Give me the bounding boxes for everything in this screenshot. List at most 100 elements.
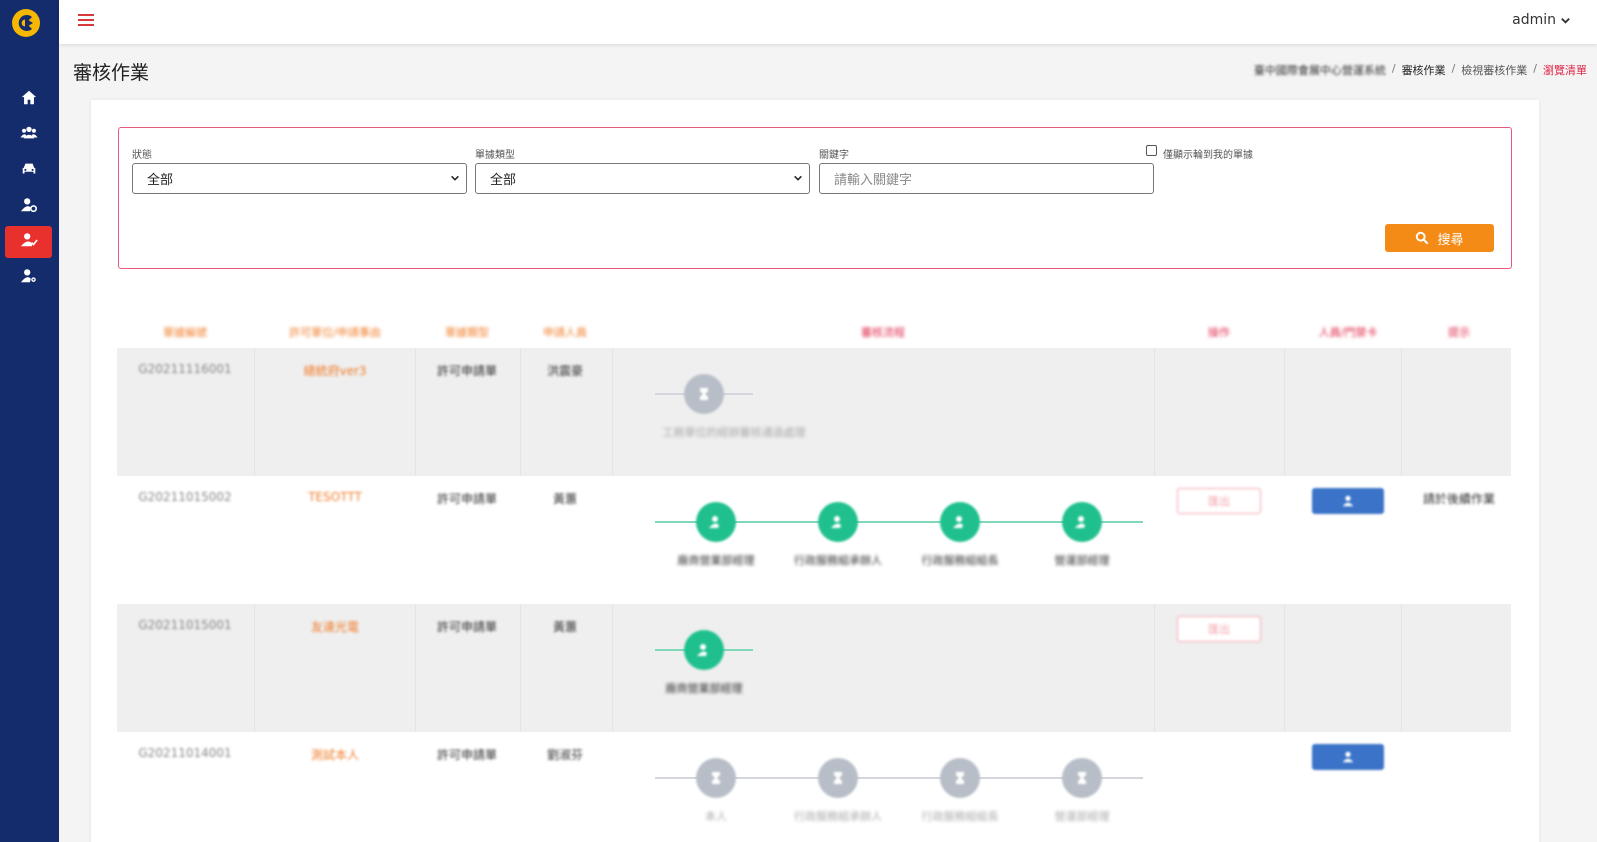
row-name-link[interactable]: TESOTTT <box>308 490 362 504</box>
access-card-button[interactable] <box>1312 744 1384 770</box>
row-applicant: 洪震豪 <box>546 364 584 378</box>
step-label: 工務單位的經辦審核通過處理 <box>662 426 806 439</box>
hourglass-icon <box>940 758 980 798</box>
keyword-label: 關鍵字 <box>819 150 849 161</box>
sidebar-item-users[interactable] <box>5 119 52 151</box>
step-label: 廠商營業部經理 <box>665 682 743 695</box>
status-select[interactable]: 全部 <box>132 163 467 194</box>
row-id: G20211015002 <box>138 490 232 504</box>
only-mine-label: 僅顯示輪到我的單據 <box>1163 150 1253 161</box>
hourglass-icon <box>818 758 858 798</box>
type-value: 全部 <box>490 173 517 188</box>
search-button[interactable]: 搜尋 <box>1385 224 1494 252</box>
search-label: 搜尋 <box>1437 232 1464 248</box>
sidebar-item-vehicles[interactable] <box>5 155 52 187</box>
filter-panel: 狀態 全部 單據類型 全部 關鍵字 請輸入關鍵字 僅顯示輪到我的單據 搜尋 <box>118 127 1512 269</box>
user-cog-icon <box>20 196 38 218</box>
row-applicant: 劉淑芬 <box>546 748 584 762</box>
row-id: G20211014001 <box>138 746 232 760</box>
only-mine-checkbox[interactable] <box>1146 145 1157 156</box>
home-icon <box>20 89 38 111</box>
status-value: 全部 <box>147 173 174 188</box>
users-icon <box>19 124 38 146</box>
car-icon <box>20 160 38 182</box>
export-label: 匯出 <box>1208 623 1230 636</box>
user-check-icon <box>696 502 736 542</box>
export-label: 匯出 <box>1208 495 1230 508</box>
sidebar-item-review[interactable] <box>5 226 52 258</box>
step-label: 行政服務組承辦人 <box>794 810 882 823</box>
page-title: 審核作業 <box>73 62 150 84</box>
export-button[interactable]: 匯出 <box>1177 488 1261 514</box>
row-tip: 請於後續作業 <box>1422 492 1496 506</box>
col-header-flow: 審核流程 <box>861 326 905 339</box>
user-settings-icon <box>20 267 38 289</box>
type-label: 單據類型 <box>475 150 515 161</box>
user-icon <box>1342 751 1354 763</box>
row-applicant: 黃蕙 <box>552 492 578 506</box>
step-label: 行政服務組組長 <box>921 810 999 823</box>
user-check-icon <box>940 502 980 542</box>
breadcrumb-item[interactable]: 檢視審核作業 <box>1461 62 1527 78</box>
step-label: 行政服務組承辦人 <box>794 554 882 567</box>
row-type: 許可申請單 <box>436 364 498 378</box>
access-card-button[interactable] <box>1312 488 1384 514</box>
user-check-icon <box>1062 502 1102 542</box>
table-row[interactable]: G20211015001 友達光電 許可申請單 黃蕙 廠商營業部經理 匯出 <box>117 604 1511 732</box>
hourglass-icon <box>696 758 736 798</box>
step-label: 營運部經理 <box>1054 810 1110 823</box>
col-header-card: 人員/門禁卡 <box>1318 326 1378 339</box>
row-name-link[interactable]: 總統府ver3 <box>303 362 366 379</box>
row-name-link[interactable]: 測試本人 <box>311 746 359 763</box>
breadcrumb-item[interactable]: 審核作業 <box>1402 62 1446 78</box>
keyword-placeholder: 請輸入關鍵字 <box>834 173 913 188</box>
export-button[interactable]: 匯出 <box>1177 616 1261 642</box>
col-header-id: 單據編號 <box>163 326 207 339</box>
col-header-actions: 操作 <box>1208 326 1230 339</box>
table-header: 單據編號 許可單位/申請事由 單據類型 申請人員 審核流程 操作 人員/門禁卡 … <box>117 318 1511 346</box>
col-header-tip: 提示 <box>1448 326 1470 339</box>
sidebar <box>0 0 59 842</box>
sidebar-item-home[interactable] <box>5 84 52 116</box>
table-row[interactable]: G20211116001 總統府ver3 許可申請單 洪震豪 工務單位的經辦審核… <box>117 348 1511 476</box>
hourglass-icon <box>1062 758 1102 798</box>
col-header-name: 許可單位/申請事由 <box>289 326 381 339</box>
sidebar-item-user-manage[interactable] <box>5 191 52 223</box>
user-menu[interactable]: admin <box>1512 12 1571 28</box>
user-check-icon <box>684 630 724 670</box>
menu-toggle-icon[interactable] <box>78 12 94 28</box>
step-label: 廠商營業部經理 <box>677 554 755 567</box>
table-row[interactable]: G20211014001 測試本人 許可申請單 劉淑芬 本人 行政服務組承辦人 … <box>117 732 1511 842</box>
chevron-down-icon <box>451 175 459 181</box>
breadcrumb: 臺中國際會展中心營運系統 / 審核作業 / 檢視審核作業 / 瀏覽清單 <box>1254 62 1587 78</box>
step-label: 營運部經理 <box>1054 554 1110 567</box>
row-applicant: 黃蕙 <box>552 620 578 634</box>
logo-icon[interactable] <box>11 8 41 38</box>
row-type: 許可申請單 <box>436 748 498 762</box>
type-select[interactable]: 全部 <box>475 163 810 194</box>
sidebar-item-settings[interactable] <box>5 262 52 294</box>
search-icon <box>1416 231 1429 245</box>
step-label: 本人 <box>705 810 727 823</box>
user-icon <box>1342 495 1354 507</box>
row-type: 許可申請單 <box>436 620 498 634</box>
chevron-down-icon <box>1561 17 1570 24</box>
step-label: 行政服務組組長 <box>921 554 999 567</box>
row-id: G20211015001 <box>138 618 232 632</box>
breadcrumb-current: 瀏覽清單 <box>1543 64 1587 77</box>
breadcrumb-separator: / <box>1451 62 1456 75</box>
row-name-link[interactable]: 友達光電 <box>311 618 359 635</box>
chevron-down-icon <box>794 175 802 181</box>
table-row[interactable]: G20211015002 TESOTTT 許可申請單 黃蕙 廠商營業部經理 行政… <box>117 476 1511 604</box>
keyword-input[interactable]: 請輸入關鍵字 <box>819 163 1154 194</box>
col-header-applicant: 申請人員 <box>543 326 587 339</box>
col-header-type: 單據類型 <box>445 326 489 339</box>
user-name: admin <box>1512 12 1556 28</box>
user-check-icon <box>818 502 858 542</box>
topbar: admin <box>59 0 1597 44</box>
content-card: 狀態 全部 單據類型 全部 關鍵字 請輸入關鍵字 僅顯示輪到我的單據 搜尋 單據… <box>91 100 1539 842</box>
breadcrumb-item[interactable]: 臺中國際會展中心營運系統 <box>1254 62 1386 78</box>
hourglass-icon <box>684 374 724 414</box>
row-type: 許可申請單 <box>436 492 498 506</box>
breadcrumb-separator: / <box>1533 62 1537 75</box>
